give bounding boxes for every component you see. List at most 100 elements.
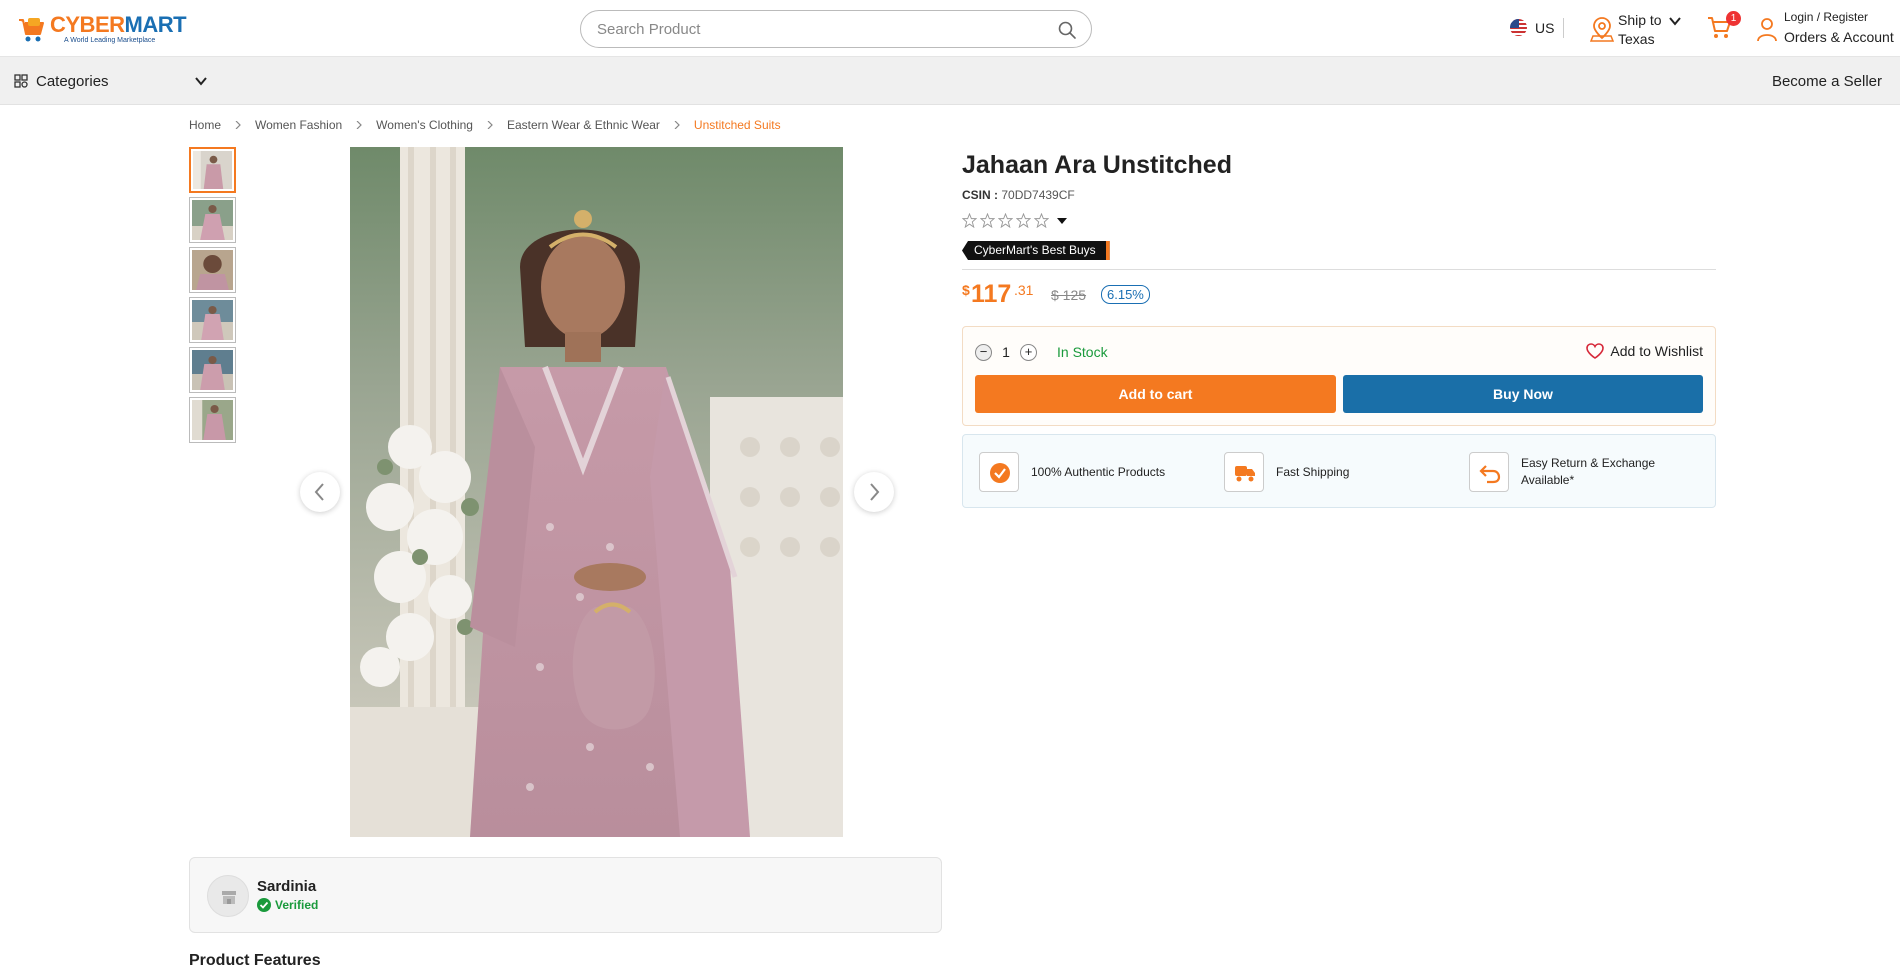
product-thumbnail[interactable]: [189, 297, 236, 343]
stock-status: In Stock: [1057, 344, 1108, 360]
breadcrumb-womens-clothing[interactable]: Women's Clothing: [376, 118, 473, 132]
quantity-value[interactable]: 1: [1002, 344, 1010, 360]
star-outline-icon: [962, 213, 977, 228]
account-menu[interactable]: Login / Register Orders & Account: [1756, 10, 1896, 50]
product-thumbnail[interactable]: [189, 347, 236, 393]
star-outline-icon: [998, 213, 1013, 228]
product-thumbnail[interactable]: [189, 197, 236, 243]
previous-image-button[interactable]: [300, 472, 340, 512]
verified-badge-icon: [990, 463, 1010, 483]
chevron-left-icon: [314, 483, 324, 501]
thumbnail-list: [189, 147, 237, 447]
logo-cart-icon: [19, 18, 44, 42]
cart-button[interactable]: 1: [1706, 11, 1741, 44]
star-outline-icon: [980, 213, 995, 228]
user-icon: [1757, 18, 1777, 42]
ship-to-label: Ship to: [1618, 12, 1662, 28]
login-register-link[interactable]: Login / Register: [1784, 10, 1868, 24]
become-seller-link[interactable]: Become a Seller: [1772, 73, 1882, 90]
star-outline-icon: [1016, 213, 1031, 228]
cybermart-logo[interactable]: CYBERMART A World Leading Marketplace: [16, 10, 187, 50]
search-input[interactable]: [597, 19, 1037, 39]
return-arrow-icon: [1479, 465, 1501, 484]
decrease-quantity-button[interactable]: −: [975, 343, 992, 361]
next-image-button[interactable]: [854, 472, 894, 512]
breadcrumb: Home Women Fashion Women's Clothing East…: [189, 118, 781, 132]
categories-grid-icon: [14, 74, 28, 88]
site-header: CYBERMART A World Leading Marketplace US…: [0, 0, 1900, 57]
price-whole: 117: [971, 280, 1012, 308]
trust-returns: Easy Return & Exchange Available*: [1469, 452, 1661, 492]
ship-to-value: Texas: [1618, 31, 1655, 47]
product-csin: CSIN : 70DD7439CF: [962, 188, 1075, 202]
orders-account-link[interactable]: Orders & Account: [1784, 29, 1894, 45]
chevron-down-icon: [1669, 17, 1681, 26]
star-outline-icon: [1034, 213, 1049, 228]
price-currency: $: [962, 282, 970, 298]
increase-quantity-button[interactable]: +: [1019, 343, 1037, 361]
chevron-right-icon: [674, 121, 680, 129]
country-code: US: [1535, 19, 1555, 36]
product-thumbnail[interactable]: [189, 147, 236, 193]
chevron-right-icon: [235, 121, 241, 129]
discount-badge: 6.15%: [1101, 285, 1150, 304]
trust-authentic-label: 100% Authentic Products: [1031, 464, 1166, 479]
delivery-truck-icon: [1235, 466, 1255, 482]
breadcrumb-eastern-wear[interactable]: Eastern Wear & Ethnic Wear: [507, 118, 660, 132]
product-main-image: [350, 147, 843, 837]
ship-to-selector[interactable]: Ship to Texas: [1590, 10, 1700, 50]
shipping-icon-box: [1224, 452, 1264, 492]
breadcrumb-women-fashion[interactable]: Women Fashion: [255, 118, 342, 132]
product-thumbnail[interactable]: [189, 247, 236, 293]
chevron-right-icon: [487, 121, 493, 129]
chevron-down-icon[interactable]: [194, 74, 208, 88]
divider: [962, 269, 1716, 270]
verified-label: Verified: [275, 898, 319, 912]
country-selector[interactable]: US: [1510, 19, 1554, 36]
search-icon[interactable]: [1057, 20, 1077, 40]
categories-menu[interactable]: Categories: [36, 73, 109, 90]
breadcrumb-home[interactable]: Home: [189, 118, 221, 132]
product-thumbnail[interactable]: [189, 397, 236, 443]
seller-name[interactable]: Sardinia: [257, 878, 316, 895]
authentic-icon-box: [979, 452, 1019, 492]
price-fraction: .31: [1014, 282, 1034, 298]
header-divider: [1563, 18, 1564, 38]
csin-label: CSIN :: [962, 188, 998, 202]
product-thumbnail-image: [192, 200, 233, 240]
wishlist-label: Add to Wishlist: [1610, 343, 1703, 359]
rating-stars[interactable]: [962, 213, 1068, 228]
product-title: Jahaan Ara Unstitched: [962, 151, 1232, 179]
trust-authentic: 100% Authentic Products: [979, 452, 1165, 492]
add-to-cart-button[interactable]: Add to cart: [975, 375, 1336, 413]
logo-wordmark: CYBERMART: [50, 12, 187, 37]
product-features-heading: Product Features: [189, 952, 321, 969]
product-thumbnail-image: [192, 350, 233, 390]
cart-count-badge: 1: [1726, 11, 1741, 26]
search-bar: [580, 10, 1092, 48]
original-price: $ 125: [1051, 287, 1087, 303]
product-thumbnail-image: [193, 151, 232, 189]
quantity-stepper: − 1 +: [975, 340, 1037, 364]
seller-card[interactable]: Sardinia Verified: [189, 857, 942, 933]
return-icon-box: [1469, 452, 1509, 492]
add-to-wishlist-button[interactable]: Add to Wishlist: [1586, 343, 1703, 359]
best-buys-badge: CyberMart's Best Buys: [962, 241, 1110, 260]
location-pin-icon: [1590, 17, 1614, 42]
trust-features: 100% Authentic Products Fast Shipping Ea…: [962, 434, 1716, 508]
product-thumbnail-image: [192, 400, 233, 440]
us-flag-icon: [1510, 19, 1527, 36]
chevron-right-icon: [870, 483, 880, 501]
caret-down-icon[interactable]: [1056, 215, 1068, 227]
product-thumbnail-image: [192, 300, 233, 340]
trust-shipping: Fast Shipping: [1224, 452, 1349, 492]
trust-shipping-label: Fast Shipping: [1276, 464, 1350, 479]
logo-tagline: A World Leading Marketplace: [64, 37, 156, 44]
csin-value: 70DD7439CF: [1001, 188, 1075, 202]
check-circle-icon: [257, 898, 271, 912]
chevron-right-icon: [356, 121, 363, 129]
seller-avatar: [207, 875, 249, 917]
buy-now-button[interactable]: Buy Now: [1343, 375, 1703, 413]
trust-returns-label: Easy Return & Exchange Available*: [1521, 456, 1656, 487]
product-photo: [350, 147, 843, 837]
